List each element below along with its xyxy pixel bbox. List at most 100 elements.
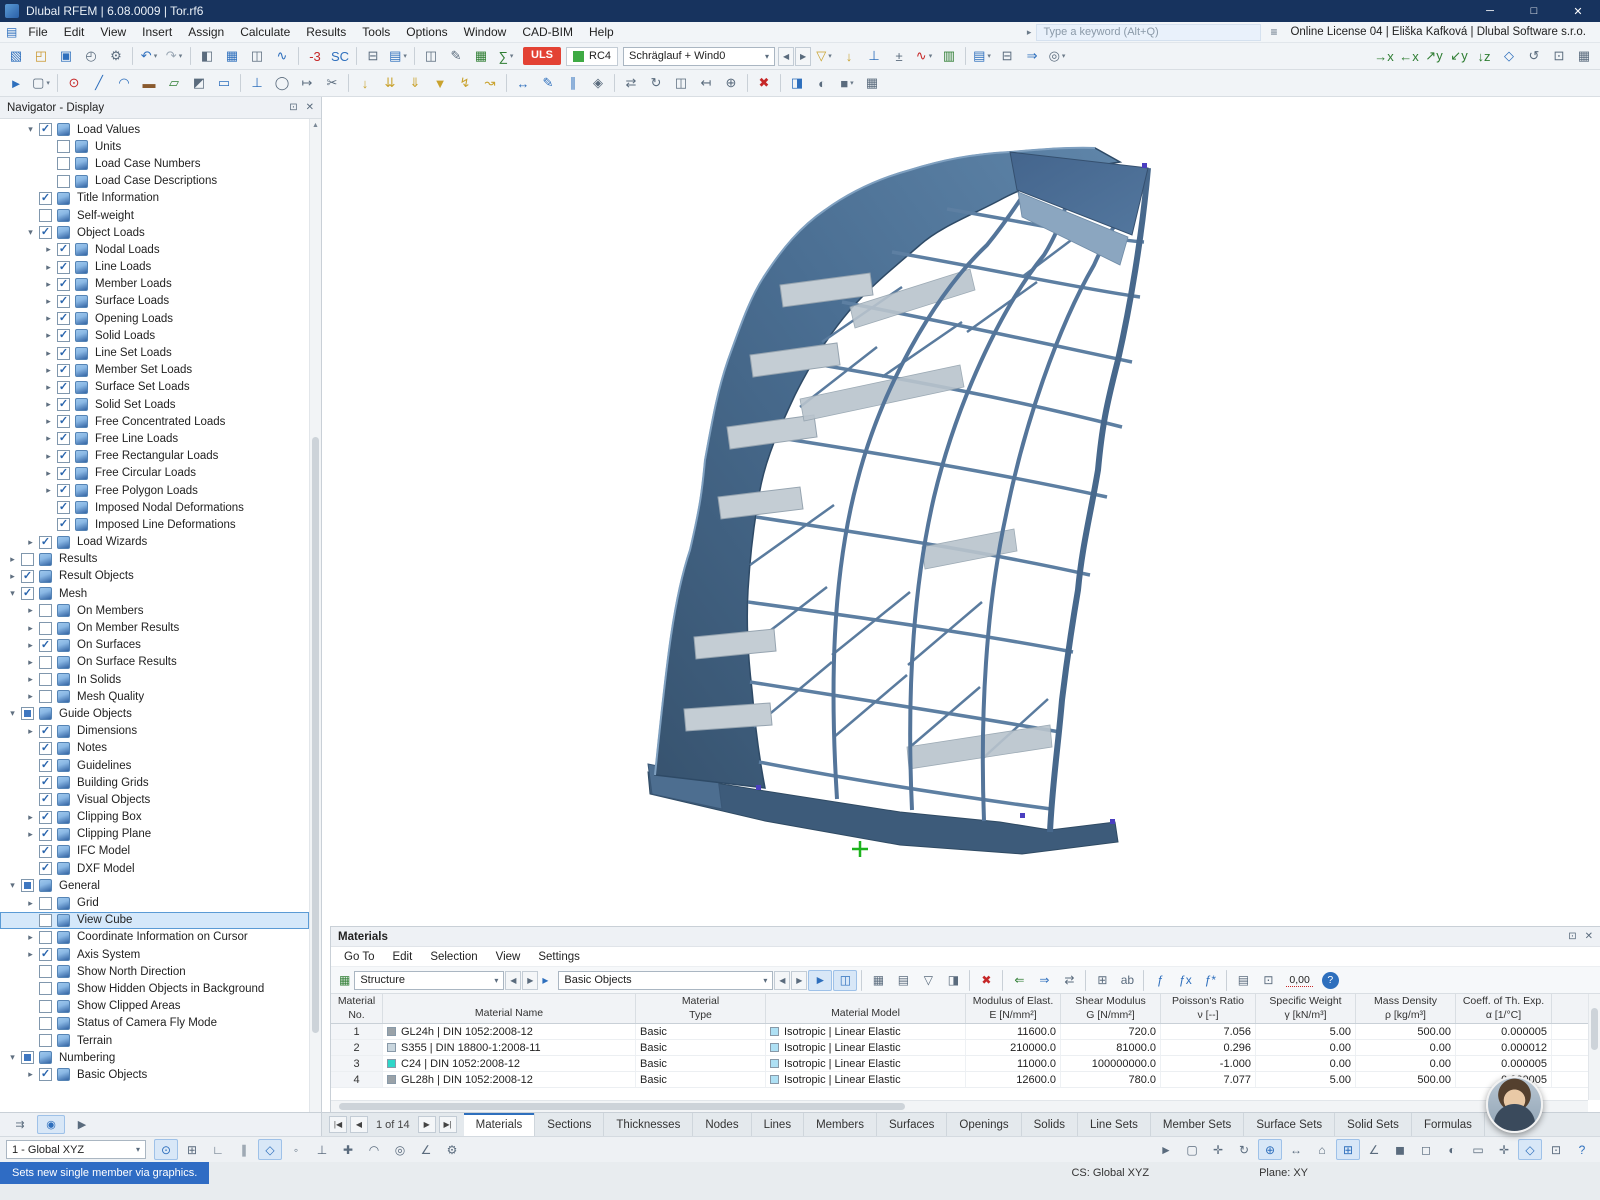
views-navigator-tab[interactable]: ▶	[68, 1115, 96, 1134]
visibility-checkbox[interactable]	[39, 827, 52, 841]
new-note-button[interactable]: ✎	[536, 72, 560, 95]
maximize-button[interactable]: □	[1512, 0, 1556, 22]
tree-item[interactable]: Show Clipped Areas	[0, 998, 309, 1015]
mass-density-cell[interactable]: 500.00	[1356, 1024, 1456, 1039]
tree-item[interactable]: Load Case Descriptions	[0, 173, 309, 190]
material-type-cell[interactable]: Basic	[636, 1040, 766, 1055]
expander-arrow-icon[interactable]	[42, 279, 55, 290]
table-filter-button[interactable]: ▦	[866, 970, 890, 991]
display-navigator-tab[interactable]: ◉	[37, 1115, 65, 1134]
expander-arrow-icon[interactable]	[42, 296, 55, 307]
thermal-expansion-cell[interactable]: 0.000005	[1456, 1024, 1552, 1039]
materials-menu-item[interactable]: View	[487, 950, 530, 964]
menu-item[interactable]: Results	[298, 23, 354, 41]
expander-arrow-icon[interactable]	[6, 1052, 19, 1063]
visibility-mode-button[interactable]: ◐	[810, 72, 834, 95]
visibility-checkbox[interactable]	[57, 449, 70, 463]
expander-arrow-icon[interactable]	[42, 399, 55, 410]
expander-arrow-icon[interactable]	[42, 485, 55, 496]
tree-item[interactable]: Free Polygon Loads	[0, 482, 309, 499]
view-in-y-button[interactable]: ↗y	[1422, 45, 1446, 68]
snap-intersection-button[interactable]: ✚	[336, 1139, 360, 1160]
new-support-button[interactable]: ⊥	[245, 72, 269, 95]
table-row[interactable]: 4 GL28h | DIN 1052:2008-12 Basic Isotrop…	[331, 1072, 1600, 1088]
visibility-checkbox[interactable]	[39, 793, 52, 807]
print-button[interactable]: ⊟	[995, 45, 1019, 68]
tab-line-sets[interactable]: Line Sets	[1078, 1113, 1151, 1136]
tree-item[interactable]: View Cube	[0, 911, 309, 929]
menu-item[interactable]: View	[92, 23, 134, 41]
modulus-cell[interactable]: 12600.0	[966, 1072, 1061, 1087]
materials-menu-item[interactable]: Go To	[335, 950, 383, 964]
expander-arrow-icon[interactable]	[24, 691, 37, 702]
new-opening-button[interactable]: ▭	[212, 72, 236, 95]
shear-modulus-cell[interactable]: 81000.0	[1061, 1040, 1161, 1055]
tree-item[interactable]: Opening Loads	[0, 310, 309, 327]
tree-item[interactable]: Free Line Loads	[0, 430, 309, 447]
tab-materials[interactable]: Materials	[463, 1113, 536, 1136]
visibility-checkbox[interactable]	[21, 587, 34, 601]
copy-button[interactable]: ◫	[419, 45, 443, 68]
specific-weight-cell[interactable]: 5.00	[1256, 1072, 1356, 1087]
material-model-cell[interactable]: Isotropic | Linear Elastic	[766, 1024, 966, 1039]
import-table-button[interactable]: ⇐	[1007, 970, 1031, 991]
snap-points-button[interactable]: ⊙	[154, 1139, 178, 1160]
panel-layout-button[interactable]: ◫	[245, 45, 269, 68]
visibility-checkbox[interactable]	[39, 123, 52, 137]
tree-item[interactable]: Units	[0, 138, 309, 155]
expander-arrow-icon[interactable]	[42, 382, 55, 393]
tree-item[interactable]: Building Grids	[0, 774, 309, 791]
material-model-cell[interactable]: Isotropic | Linear Elastic	[766, 1072, 966, 1087]
tree-item[interactable]: Grid	[0, 894, 309, 911]
move-copy-button[interactable]: ⇄	[619, 72, 643, 95]
tab-openings[interactable]: Openings	[947, 1113, 1022, 1136]
user-avatar-photo[interactable]	[1486, 1076, 1543, 1133]
visibility-checkbox[interactable]	[57, 363, 70, 377]
new-free-load-button[interactable]: ↯	[453, 72, 477, 95]
column-header[interactable]: Material No.	[331, 994, 383, 1023]
axes-toggle-button[interactable]: ∠	[1362, 1139, 1386, 1160]
visibility-checkbox[interactable]	[57, 501, 70, 515]
tree-item[interactable]: Notes	[0, 740, 309, 757]
tree-item[interactable]: Show North Direction	[0, 963, 309, 980]
tree-item[interactable]: Clipping Box	[0, 809, 309, 826]
visibility-checkbox[interactable]	[21, 1051, 34, 1065]
scroll-up-icon[interactable]: ▲	[310, 119, 321, 131]
visibility-checkbox[interactable]	[57, 329, 70, 343]
previous-view-button[interactable]: ↺	[1522, 45, 1546, 68]
exchange-table-button[interactable]: ⇄	[1057, 970, 1081, 991]
expander-arrow-icon[interactable]	[42, 348, 55, 359]
delete-row-button[interactable]: ✖	[974, 970, 998, 991]
tab-lines[interactable]: Lines	[752, 1113, 805, 1136]
new-dimension-button[interactable]: ↔	[511, 72, 535, 95]
mass-density-cell[interactable]: 500.00	[1356, 1072, 1456, 1087]
modulus-cell[interactable]: 210000.0	[966, 1040, 1061, 1055]
visibility-checkbox[interactable]	[39, 965, 52, 979]
close-panel-icon[interactable]: ✕	[1585, 931, 1593, 942]
visibility-checkbox[interactable]	[57, 243, 70, 257]
tree-item[interactable]: Results	[0, 551, 309, 568]
column-header[interactable]: Specific Weight γ [kN/m³]	[1256, 994, 1356, 1023]
close-button[interactable]: ✕	[1556, 0, 1600, 22]
visibility-checkbox[interactable]	[57, 260, 70, 274]
expander-arrow-icon[interactable]	[24, 829, 37, 840]
scrollbar-thumb[interactable]	[312, 436, 319, 1033]
tree-item[interactable]: On Surface Results	[0, 654, 309, 671]
keyword-search-input[interactable]	[1036, 23, 1262, 41]
visibility-checkbox[interactable]	[57, 466, 70, 480]
export-table-button[interactable]: ⇒	[1032, 970, 1056, 991]
table-group-combobox[interactable]: Structure ▾	[354, 970, 505, 990]
previous-load-case-button[interactable]: ◀	[778, 46, 795, 66]
expander-arrow-icon[interactable]	[6, 554, 19, 565]
tab-surfaces[interactable]: Surfaces	[877, 1113, 948, 1136]
snap-settings-button[interactable]: ⚙	[440, 1139, 464, 1160]
tab-solid-sets[interactable]: Solid Sets	[1335, 1113, 1412, 1136]
new-solid-button[interactable]: ◩	[187, 72, 211, 95]
menu-item[interactable]: Edit	[56, 23, 93, 41]
new-line-load-button[interactable]: ⇊	[378, 72, 402, 95]
show-supports-button[interactable]: ⊥	[862, 45, 886, 68]
help-icon[interactable]: ?	[1321, 971, 1339, 989]
table-to-report-button[interactable]: ▤	[1231, 970, 1255, 991]
snap-grid-button[interactable]: ⊞	[180, 1139, 204, 1160]
visibility-checkbox[interactable]	[39, 724, 52, 738]
